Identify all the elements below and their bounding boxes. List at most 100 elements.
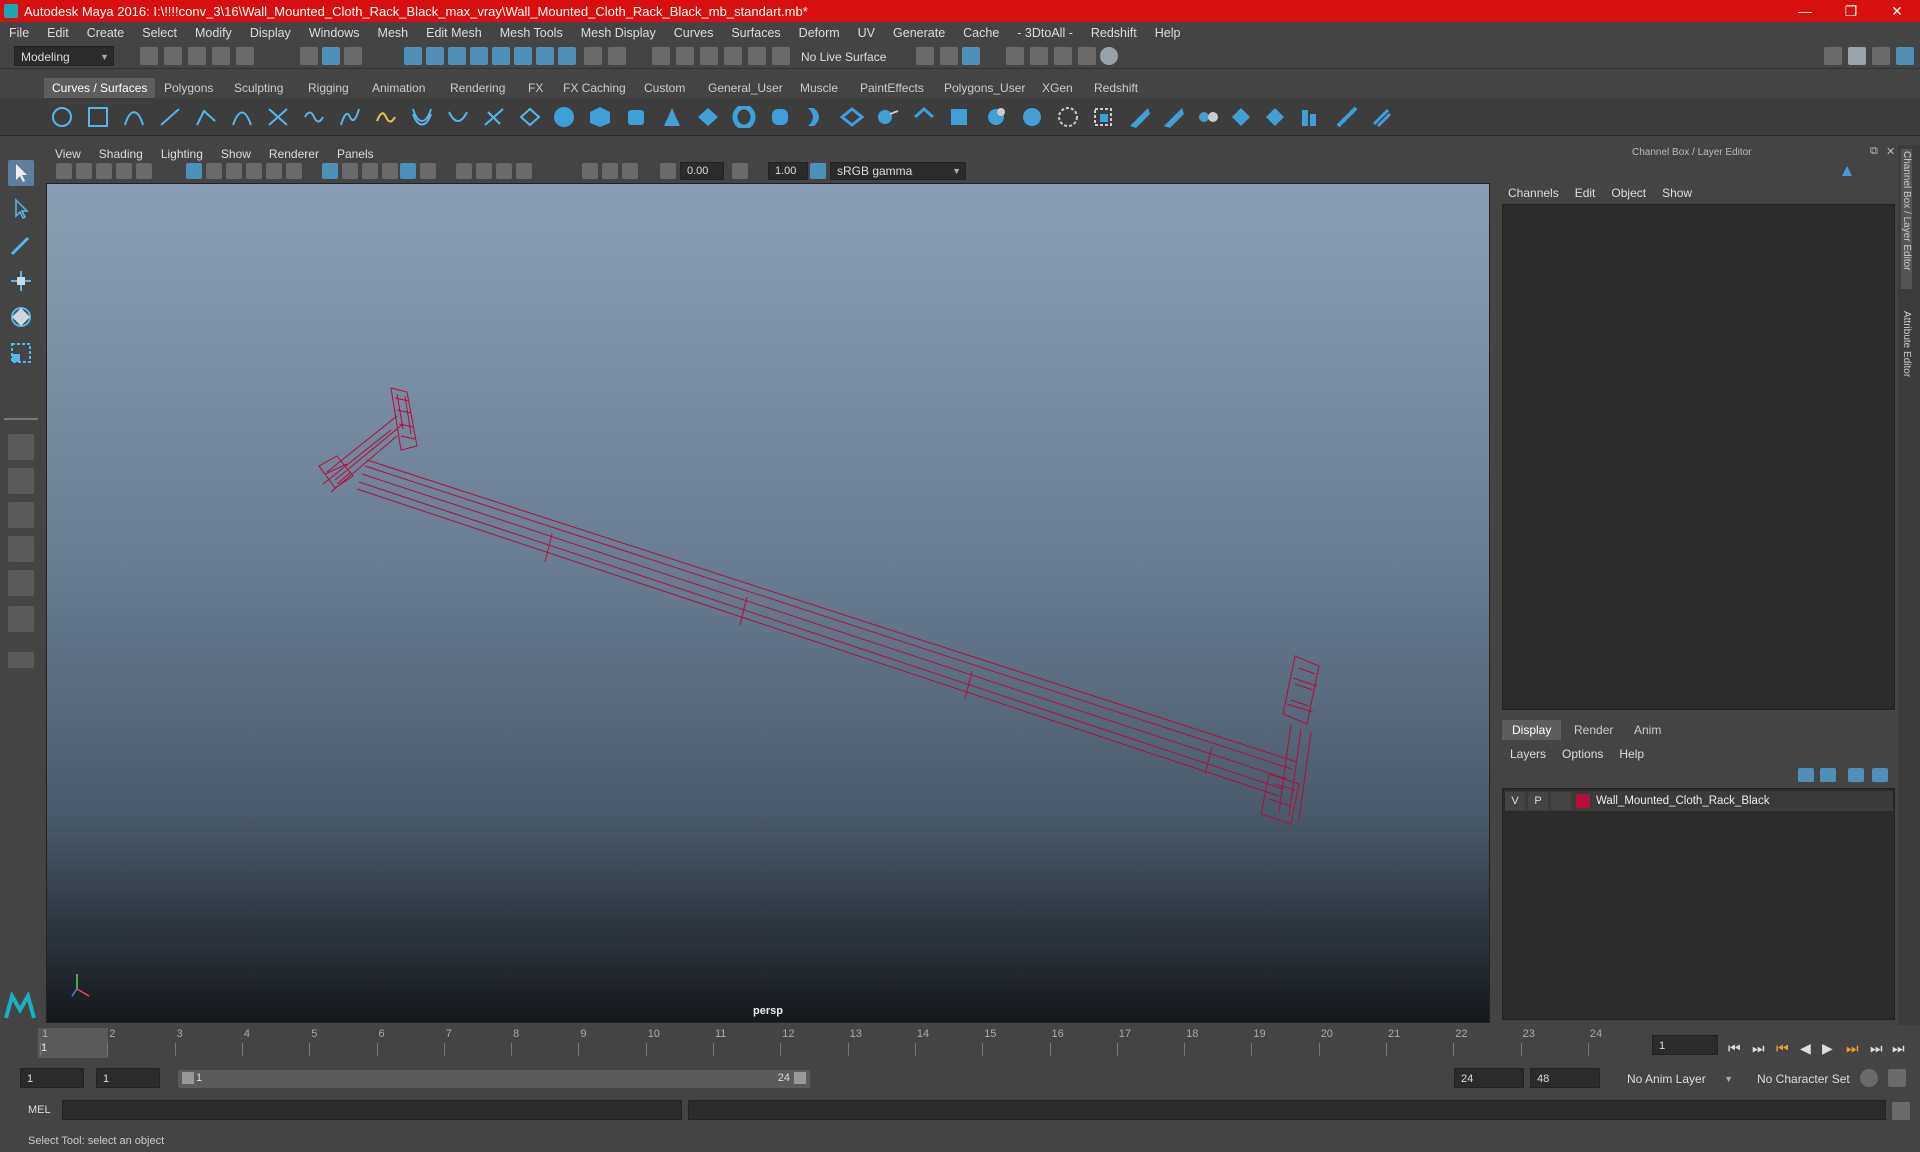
move-layer-down-icon[interactable]	[1820, 768, 1836, 782]
new-scene-icon[interactable]	[140, 47, 158, 65]
menu-uv[interactable]: UV	[849, 26, 884, 40]
anim-layer-dropdown[interactable]: No Anim Layer ▼	[1620, 1068, 1738, 1088]
nurbs-sphere-icon[interactable]	[552, 106, 576, 128]
two-pane-layout-icon[interactable]	[8, 502, 34, 528]
tab-rendering[interactable]: Rendering	[442, 78, 513, 98]
camera-attributes-icon[interactable]	[76, 163, 92, 179]
intersect-icon[interactable]	[1092, 106, 1116, 128]
select-hierarchy-icon[interactable]	[300, 47, 318, 65]
close-button[interactable]: ✕	[1874, 0, 1920, 22]
stitch-icon[interactable]	[1230, 106, 1254, 128]
menu-edit-mesh[interactable]: Edit Mesh	[417, 26, 491, 40]
menu-help[interactable]: Help	[1146, 26, 1190, 40]
tab-fx-caching[interactable]: FX Caching	[555, 78, 634, 98]
select-component-icon[interactable]	[344, 47, 362, 65]
use-all-lights-icon[interactable]	[400, 163, 416, 179]
channel-box-area[interactable]	[1502, 204, 1895, 710]
script-editor-icon[interactable]	[1892, 1102, 1910, 1120]
menu-select[interactable]: Select	[133, 26, 186, 40]
more-layouts-icon[interactable]	[8, 652, 34, 668]
menu-3dtoall[interactable]: - 3DtoAll -	[1008, 26, 1082, 40]
isolate-select-icon[interactable]	[582, 163, 598, 179]
wireframe-icon[interactable]	[322, 163, 338, 179]
lasso-tool-icon[interactable]	[8, 196, 34, 222]
hypershade-layout-icon[interactable]	[8, 606, 34, 632]
perspective-viewport[interactable]: persp	[46, 183, 1490, 1023]
light-editor-icon[interactable]	[1100, 47, 1118, 65]
layer-row[interactable]: V P Wall_Mounted_Cloth_Rack_Black	[1505, 791, 1893, 811]
play-forwards-icon[interactable]: ▶	[1822, 1040, 1833, 1057]
tab-display[interactable]: Display	[1502, 720, 1562, 740]
current-frame-marker[interactable]: 1	[38, 1028, 108, 1058]
symmetry-icon[interactable]	[558, 47, 576, 65]
layer-menu-layers[interactable]: Layers	[1502, 747, 1554, 761]
menu-display[interactable]: Display	[241, 26, 300, 40]
step-forward-key-icon[interactable]: ⏭	[1846, 1040, 1859, 1057]
exposure-field[interactable]: 0.00	[680, 162, 724, 180]
step-back-frame-icon[interactable]: ⏭	[1752, 1040, 1765, 1057]
playback-start-field[interactable]: 1	[96, 1068, 160, 1088]
offset-curve-icon[interactable]	[410, 106, 434, 128]
colorspace-dropdown[interactable]: sRGB gamma ▼	[830, 162, 966, 180]
menu-deform[interactable]: Deform	[790, 26, 849, 40]
bookmark-icon[interactable]	[96, 163, 112, 179]
menu-generate[interactable]: Generate	[884, 26, 954, 40]
tab-polygons-user[interactable]: Polygons_User	[936, 78, 1033, 98]
rotate-tool-icon[interactable]	[8, 304, 34, 330]
side-tab-channel-box[interactable]: Channel Box / Layer Editor	[1901, 149, 1912, 289]
menu-surfaces[interactable]: Surfaces	[722, 26, 789, 40]
render-setup-icon[interactable]	[1078, 47, 1096, 65]
boundary-icon[interactable]	[984, 106, 1008, 128]
birail-icon[interactable]	[912, 106, 936, 128]
channel-box-toggle-icon[interactable]	[1896, 47, 1914, 65]
redo-icon[interactable]	[236, 47, 254, 65]
tab-painteffects[interactable]: PaintEffects	[852, 78, 932, 98]
select-tool-icon[interactable]	[8, 160, 34, 186]
2d-pan-icon[interactable]	[136, 163, 152, 179]
textured-icon[interactable]	[382, 163, 398, 179]
nurbs-plane-icon[interactable]	[696, 106, 720, 128]
open-scene-icon[interactable]	[164, 47, 182, 65]
attach-surface-icon[interactable]	[1370, 106, 1394, 128]
range-start-handle[interactable]	[182, 1072, 194, 1084]
resolution-gate-icon[interactable]	[226, 163, 242, 179]
layer-playback-toggle[interactable]: P	[1528, 792, 1548, 810]
tab-general-user[interactable]: General_User	[700, 78, 791, 98]
maximize-button[interactable]: ❐	[1828, 0, 1874, 22]
nurbs-circle-icon[interactable]	[50, 106, 74, 128]
graph-layout-icon[interactable]	[8, 570, 34, 596]
tab-animation[interactable]: Animation	[364, 78, 433, 98]
cb-menu-show[interactable]: Show	[1654, 186, 1700, 200]
nurbs-cube-icon[interactable]	[588, 106, 612, 128]
tab-polygons[interactable]: Polygons	[156, 78, 221, 98]
bezier-curve-icon[interactable]	[230, 106, 254, 128]
wall-mounted-cloth-rack-wireframe[interactable]	[47, 184, 1490, 1023]
gamma-icon[interactable]	[732, 163, 748, 179]
go-to-end-icon[interactable]: ⏭	[1892, 1040, 1905, 1057]
snap-live-icon[interactable]	[536, 47, 554, 65]
snap-grid-icon[interactable]	[404, 47, 422, 65]
planar-icon[interactable]	[839, 106, 865, 128]
paint-select-icon[interactable]	[8, 232, 34, 258]
rebuild-curve-icon[interactable]	[446, 106, 470, 128]
menu-mesh-display[interactable]: Mesh Display	[572, 26, 665, 40]
undo-icon[interactable]	[212, 47, 230, 65]
toggle-panel-icon[interactable]	[1872, 47, 1890, 65]
float-panel-icon[interactable]: ⧉	[1870, 145, 1878, 158]
playback-end-field[interactable]: 24	[1454, 1068, 1524, 1088]
menu-edit[interactable]: Edit	[38, 26, 78, 40]
new-layer-icon[interactable]	[1848, 768, 1864, 782]
image-plane-icon[interactable]	[116, 163, 132, 179]
trim-tool-icon[interactable]	[1128, 106, 1152, 128]
time-slider[interactable]: 1 1 2 3 4 5 6 7 8 9 10 11 12 13 14 15 16 17 18 19 20 21 22 23 2…	[20, 1028, 1632, 1058]
snap-point-icon[interactable]	[448, 47, 466, 65]
range-end-handle[interactable]	[794, 1072, 806, 1084]
move-tool-icon[interactable]	[8, 268, 34, 294]
snap-curve-icon[interactable]	[426, 47, 444, 65]
tab-xgen[interactable]: XGen	[1034, 78, 1081, 98]
vp-menu-show[interactable]: Show	[212, 147, 260, 161]
cb-menu-object[interactable]: Object	[1603, 186, 1654, 200]
menu-modify[interactable]: Modify	[186, 26, 241, 40]
nurbs-torus-icon[interactable]	[732, 104, 756, 130]
curve-editing-icon[interactable]	[518, 106, 542, 128]
